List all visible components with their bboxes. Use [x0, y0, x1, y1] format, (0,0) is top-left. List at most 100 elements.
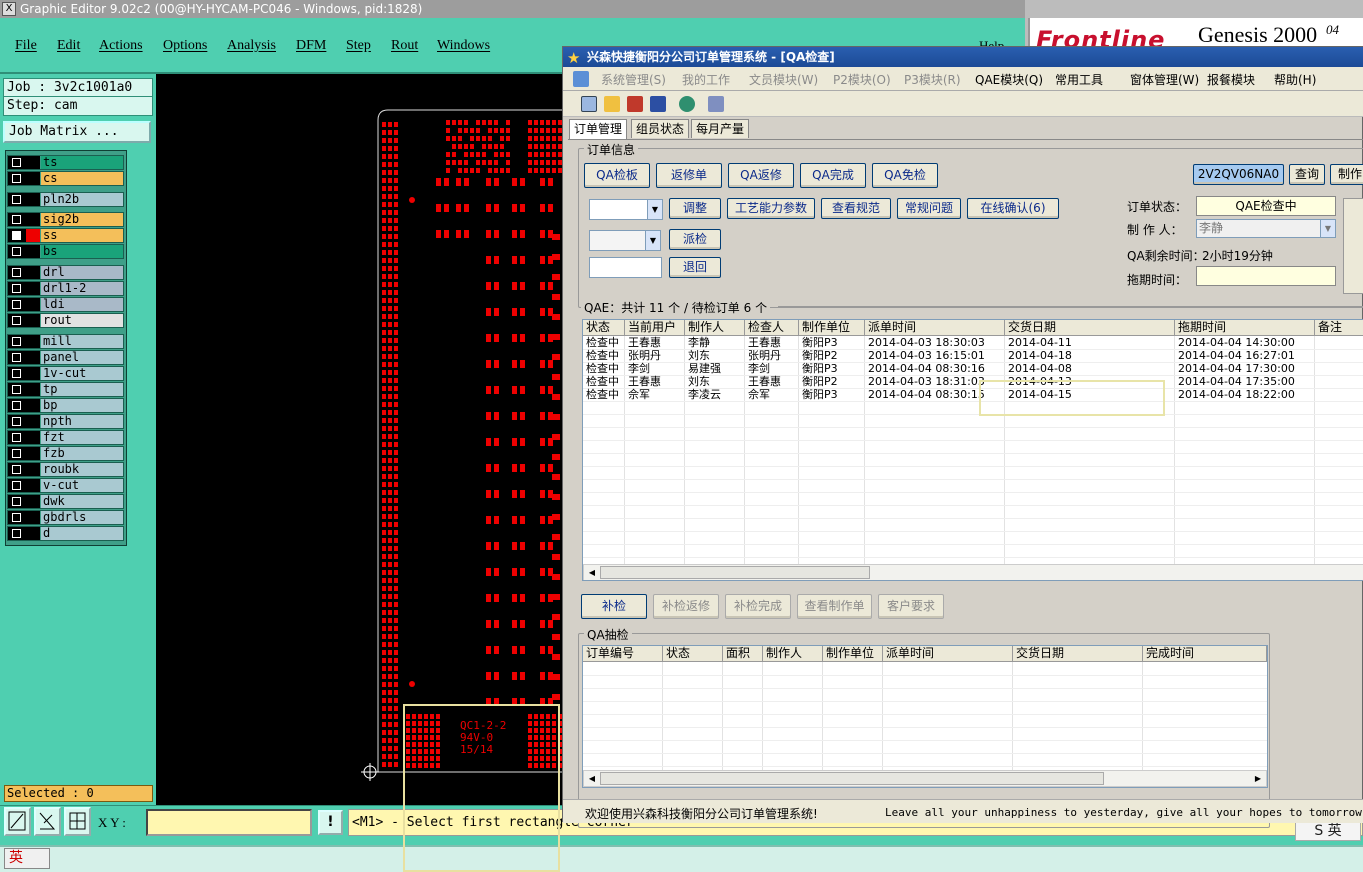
layer-row-d[interactable]: d: [7, 526, 124, 541]
layer-row-gbdrls[interactable]: gbdrls: [7, 510, 124, 525]
layer-checkbox[interactable]: [8, 229, 40, 242]
menu-item-3[interactable]: P2模块(O): [833, 71, 891, 88]
layer-row-pln2b[interactable]: pln2b: [7, 192, 124, 207]
supplement-button-1[interactable]: 补检返修: [653, 594, 719, 619]
layer-checkbox[interactable]: [8, 415, 40, 428]
menu-item-6[interactable]: 常用工具: [1055, 71, 1103, 88]
menu-options[interactable]: Options: [163, 38, 207, 54]
column-header[interactable]: 完成时间: [1143, 646, 1267, 661]
table-row[interactable]: 检查中 王春惠 刘东 王春惠 衡阳P2 2014-04-03 18:31:03 2014-0…: [583, 375, 1363, 388]
globe-icon[interactable]: [679, 96, 695, 112]
layer-checkbox[interactable]: [8, 213, 40, 226]
graphic-canvas[interactable]: QC1-2-2 94V-0 15/14: [156, 74, 562, 810]
layer-checkbox[interactable]: [8, 383, 40, 396]
menu-rout[interactable]: Rout: [391, 38, 418, 54]
process-params-button[interactable]: 工艺能力参数: [727, 198, 815, 219]
menu-edit[interactable]: Edit: [57, 38, 80, 54]
dispatch-button[interactable]: 派检: [669, 229, 721, 250]
qae-order-grid[interactable]: 状态 当前用户 制作人 检查人 制作单位 派单时间 交货日期 拖期时间 备注 检查中 王春惠 李静 王春…: [582, 319, 1363, 581]
menu-analysis[interactable]: Analysis: [227, 38, 276, 54]
column-header[interactable]: 制作单位: [823, 646, 883, 661]
adjust-button[interactable]: 调整: [669, 198, 721, 219]
xy-coordinate-input[interactable]: [146, 809, 312, 836]
layer-row-roubk[interactable]: roubk: [7, 462, 124, 477]
supplement-button-0[interactable]: 补检: [581, 594, 647, 619]
supplement-button-3[interactable]: 查看制作单: [797, 594, 872, 619]
menu-item-2[interactable]: 文员模块(W): [749, 71, 818, 88]
layer-checkbox[interactable]: [8, 335, 40, 348]
layer-row-drl1-2[interactable]: drl1-2: [7, 281, 124, 296]
layer-checkbox[interactable]: [8, 314, 40, 327]
supplement-button-4[interactable]: 客户要求: [878, 594, 944, 619]
layer-checkbox[interactable]: [8, 266, 40, 279]
save-icon[interactable]: [650, 96, 666, 112]
layer-row-ldi[interactable]: ldi: [7, 297, 124, 312]
qa-inspect-board-button[interactable]: QA检板: [584, 163, 650, 188]
make-button[interactable]: 制作: [1330, 164, 1363, 185]
column-header[interactable]: 备注: [1315, 320, 1363, 335]
inspector-combo[interactable]: ▼: [589, 230, 661, 251]
column-header[interactable]: 派单时间: [865, 320, 1005, 335]
layer-row-rout[interactable]: rout: [7, 313, 124, 328]
qa-complete-button[interactable]: QA完成: [800, 163, 866, 188]
query-button[interactable]: 查询: [1289, 164, 1325, 185]
maker-combo[interactable]: 李静 ▼: [1196, 219, 1336, 238]
table-row[interactable]: 检查中 佘军 李凌云 佘军 衡阳P3 2014-04-04 08:30:15 2014-04…: [583, 388, 1363, 401]
column-header[interactable]: 状态: [583, 320, 625, 335]
layer-row-ss[interactable]: ss: [7, 228, 124, 243]
table-row[interactable]: 检查中 张明丹 刘东 张明丹 衡阳P2 2014-04-03 16:15:01 2014-0…: [583, 349, 1363, 362]
grid-view-icon[interactable]: [581, 96, 597, 112]
layer-row-v-cut[interactable]: v-cut: [7, 478, 124, 493]
grid2-horizontal-scrollbar[interactable]: ◀ ▶: [583, 770, 1267, 787]
column-header[interactable]: 派单时间: [883, 646, 1013, 661]
layer-checkbox[interactable]: [8, 495, 40, 508]
column-header[interactable]: 制作人: [763, 646, 823, 661]
menu-file[interactable]: File: [15, 38, 37, 54]
menu-item-0[interactable]: 系统管理(S): [601, 71, 666, 88]
online-confirm-button[interactable]: 在线确认(6): [967, 198, 1059, 219]
qa-exempt-button[interactable]: QA免检: [872, 163, 938, 188]
sun-icon[interactable]: [604, 96, 620, 112]
tab-member-status[interactable]: 组员状态: [631, 119, 690, 138]
layer-row-panel[interactable]: panel: [7, 350, 124, 365]
column-header[interactable]: 状态: [663, 646, 723, 661]
column-header[interactable]: 订单编号: [583, 646, 663, 661]
layer-row-npth[interactable]: npth: [7, 414, 124, 429]
layer-row-fzt[interactable]: fzt: [7, 430, 124, 445]
menu-item-4[interactable]: P3模块(R): [904, 71, 961, 88]
layer-checkbox[interactable]: [8, 463, 40, 476]
layer-checkbox[interactable]: [8, 479, 40, 492]
scroll-left-icon[interactable]: ◀: [585, 772, 599, 785]
menu-item-9[interactable]: 帮助(H): [1274, 71, 1316, 88]
column-header[interactable]: 制作单位: [799, 320, 865, 335]
menu-windows[interactable]: Windows: [437, 38, 490, 54]
layer-checkbox[interactable]: [8, 351, 40, 364]
info-icon[interactable]: !: [318, 810, 343, 835]
tab-monthly-output[interactable]: 每月产量: [691, 119, 750, 138]
layer-checkbox[interactable]: [8, 156, 40, 169]
measure-icon[interactable]: [34, 807, 61, 836]
menu-step[interactable]: Step: [346, 38, 371, 54]
order-number-field[interactable]: 2V2QV06NA0: [1193, 164, 1284, 185]
layer-row-fzb[interactable]: fzb: [7, 446, 124, 461]
filter-combo[interactable]: ▼: [589, 199, 663, 220]
layer-checkbox[interactable]: [8, 511, 40, 524]
rework-order-button[interactable]: 返修单: [656, 163, 722, 188]
column-header[interactable]: 当前用户: [625, 320, 685, 335]
view-spec-button[interactable]: 查看规范: [821, 198, 891, 219]
layer-row-tp[interactable]: tp: [7, 382, 124, 397]
column-header[interactable]: 拖期时间: [1175, 320, 1315, 335]
layer-row-dwk[interactable]: dwk: [7, 494, 124, 509]
layer-checkbox[interactable]: [8, 431, 40, 444]
layer-row-bs[interactable]: bs: [7, 244, 124, 259]
layer-checkbox[interactable]: [8, 298, 40, 311]
qa-sample-grid[interactable]: 订单编号 状态 面积 制作人 制作单位 派单时间 交货日期 完成时间 ◀ ▶: [582, 645, 1268, 788]
common-issues-button[interactable]: 常规问题: [897, 198, 961, 219]
layer-row-mill[interactable]: mill: [7, 334, 124, 349]
layer-checkbox[interactable]: [8, 367, 40, 380]
layer-checkbox[interactable]: [8, 447, 40, 460]
table-row[interactable]: 检查中 王春惠 李静 王春惠 衡阳P3 2014-04-03 18:30:03 2014-0…: [583, 336, 1363, 349]
tools-icon[interactable]: [708, 96, 724, 112]
layer-checkbox[interactable]: [8, 172, 40, 185]
column-header[interactable]: 检查人: [745, 320, 799, 335]
